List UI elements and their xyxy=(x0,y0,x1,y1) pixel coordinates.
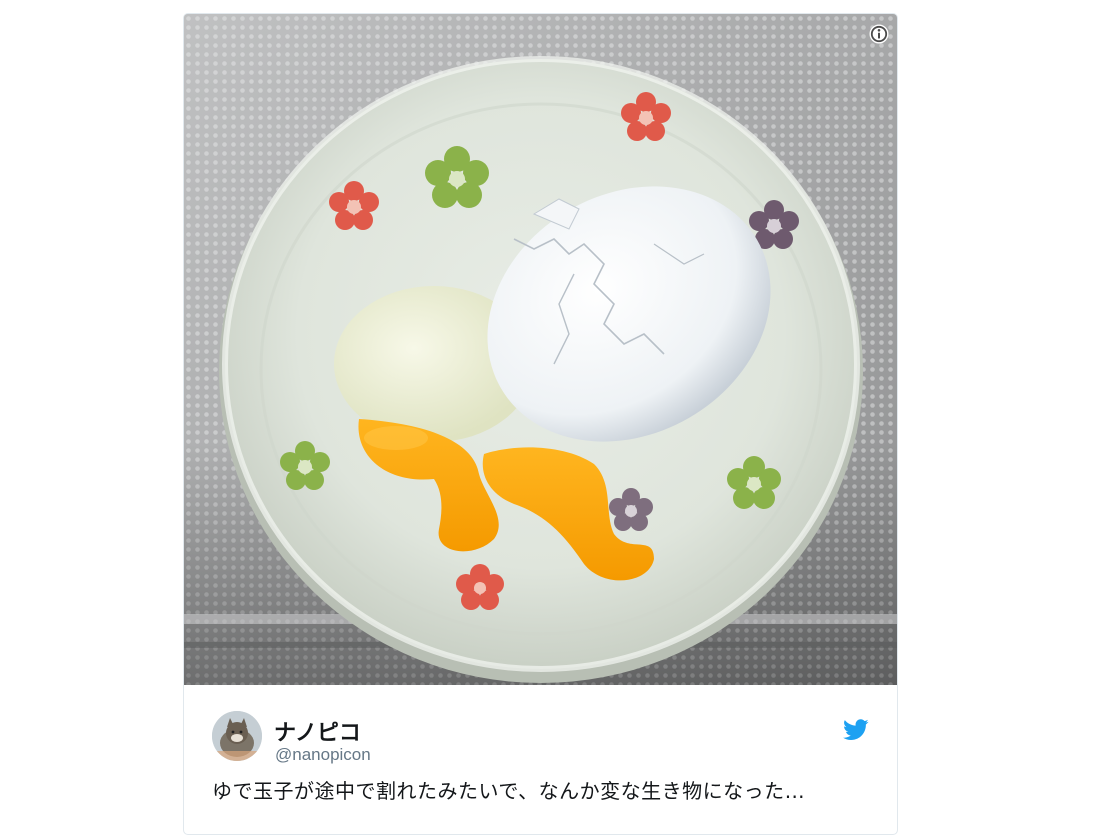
tweet-text: ゆで玉子が途中で割れたみたいで、なんか変な生き物になった… xyxy=(212,779,806,803)
tweet-author[interactable]: ナノピコ @nanopicon xyxy=(184,685,897,765)
author-handle[interactable]: @nanopicon xyxy=(275,745,371,765)
media-info-button[interactable] xyxy=(869,24,889,44)
twitter-logo-button[interactable] xyxy=(843,719,869,741)
avatar[interactable] xyxy=(212,711,262,761)
author-display-name[interactable]: ナノピコ xyxy=(274,715,361,747)
egg-bowl-photo xyxy=(184,14,897,685)
tweet-photo[interactable] xyxy=(184,14,897,685)
avatar-cat-icon xyxy=(212,711,262,761)
embedded-tweet-card[interactable]: ナノピコ @nanopicon ゆで玉子が途中で割れたみたいで、なんか変な生き物… xyxy=(183,13,898,835)
twitter-bird-icon xyxy=(843,719,869,740)
info-icon xyxy=(869,24,889,44)
